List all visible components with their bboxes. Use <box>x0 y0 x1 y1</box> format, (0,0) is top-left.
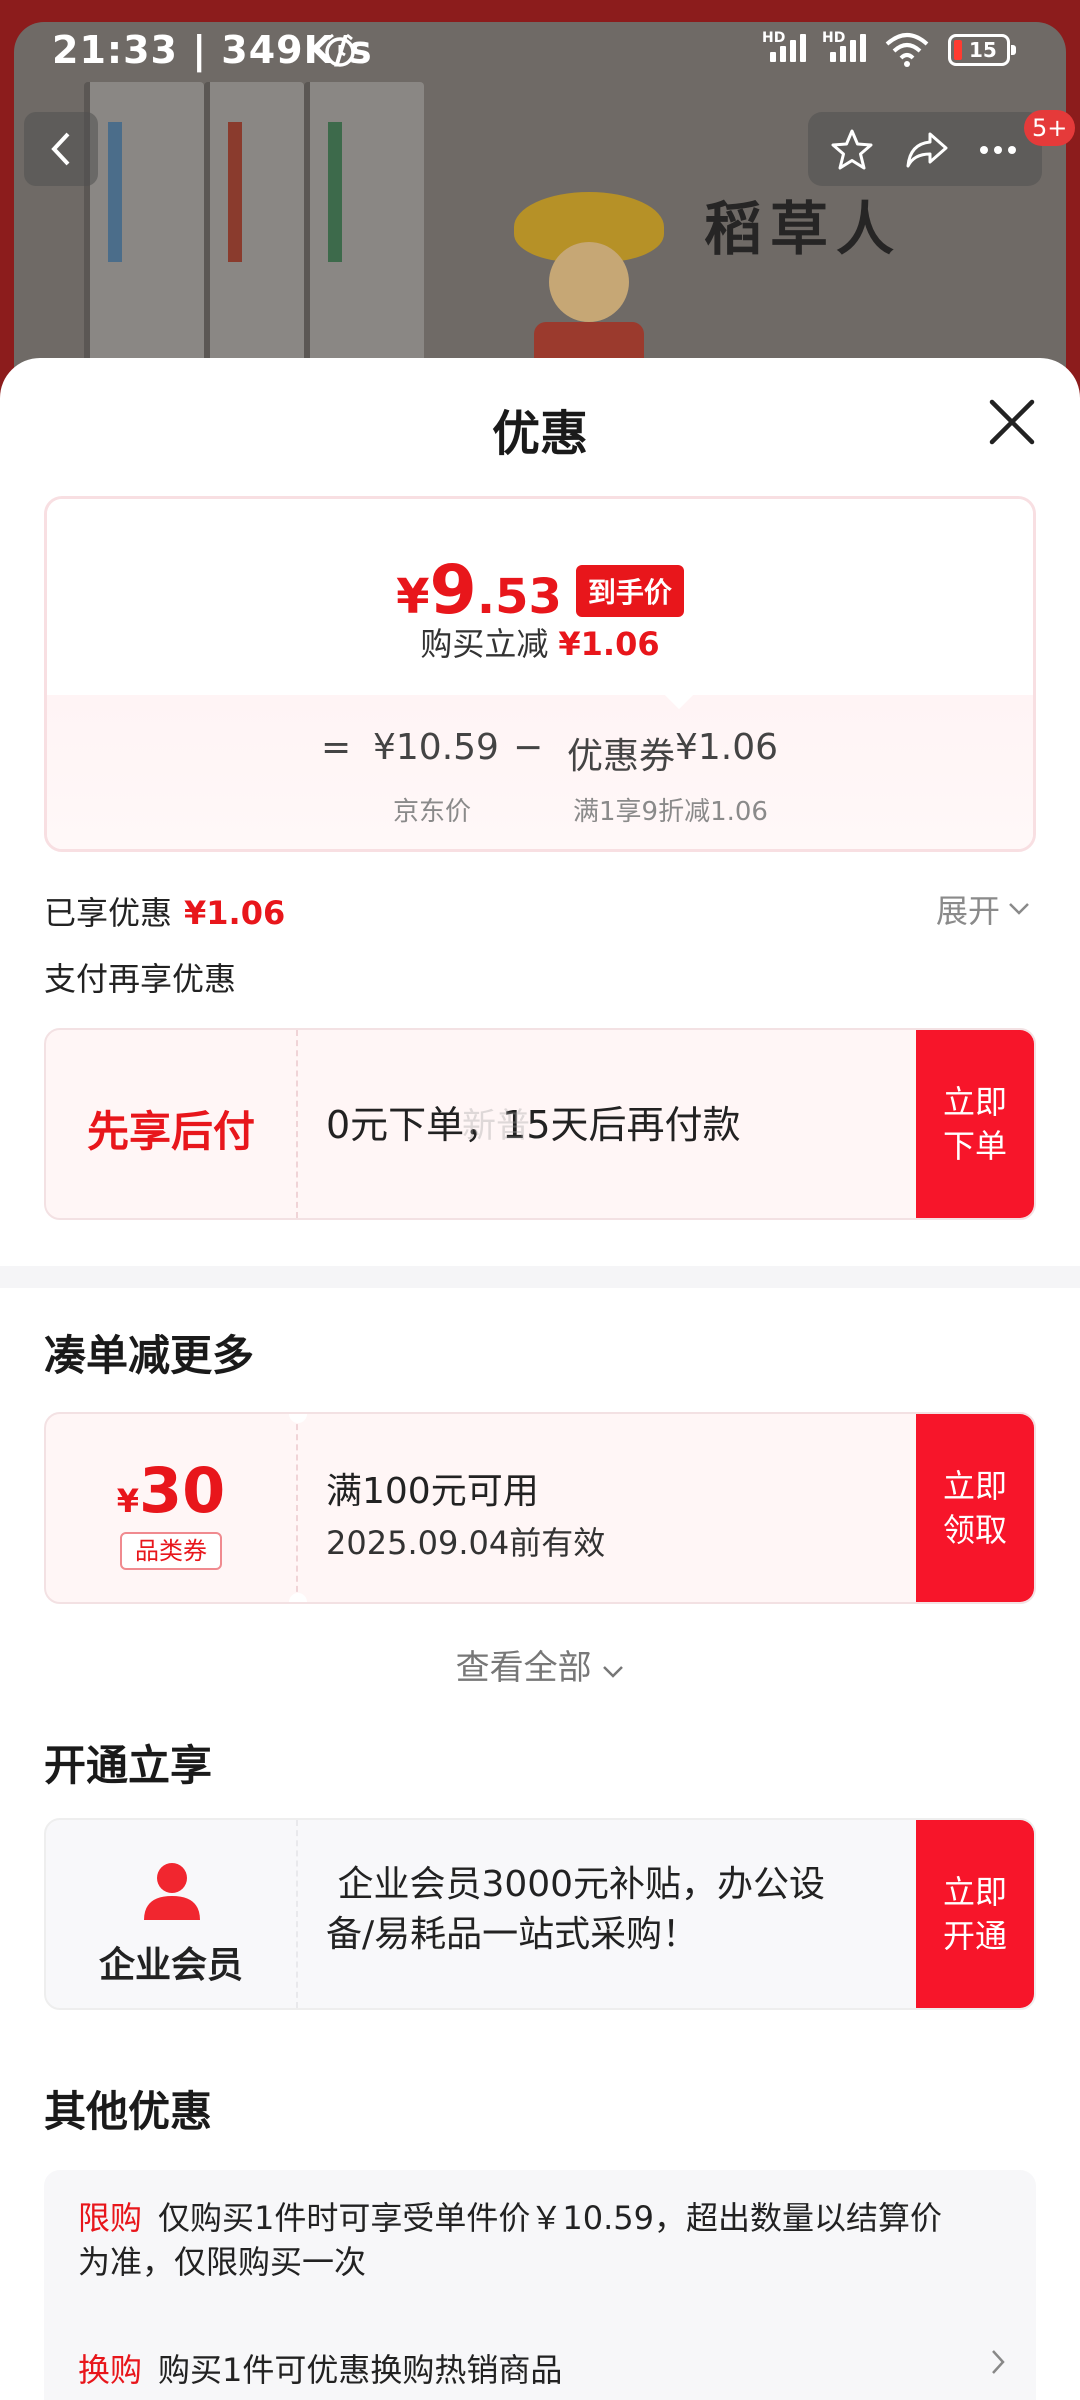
book-title: 稻草人 <box>704 195 903 263</box>
pay-later-title: 先享后付 <box>86 1107 255 1156</box>
enjoyed-discount: 已享优惠 ¥1.06 <box>44 894 286 932</box>
discount-sheet: 优惠 ¥ 9 .53 到手价 购买立减 ¥1.06 = ¥10.59 − 优惠券 … <box>0 358 1080 2400</box>
price-breakdown-card: ¥ 9 .53 到手价 购买立减 ¥1.06 = ¥10.59 − 优惠券 ¥1.… <box>44 496 1036 852</box>
coupon-type-badge: 品类券 <box>120 1532 222 1570</box>
person-icon <box>144 1863 200 1920</box>
pay-again-label: 支付再享优惠 <box>44 960 237 998</box>
jd-price: ¥10.59 <box>373 727 499 768</box>
final-price-tag: 到手价 <box>575 564 684 617</box>
coupon-expiry: 2025.09.04前有效 <box>326 1524 606 1562</box>
sheet-title: 优惠 <box>491 406 588 462</box>
wifi-icon <box>885 33 929 67</box>
coupon-amount: ¥30 <box>116 1454 226 1527</box>
pay-later-card: 先享后付 0元下单，15天后再付款 立即 下单 <box>44 1028 1036 1220</box>
expand-button[interactable]: 展开 <box>936 886 1030 932</box>
order-now-button[interactable]: 立即 下单 <box>916 1030 1034 1218</box>
coupon-label: 优惠券 <box>567 736 676 777</box>
top-actions <box>808 112 1042 186</box>
pay-later-text: 0元下单，15天后再付款 <box>326 1103 741 1147</box>
alarm-icon <box>325 33 355 67</box>
section-divider <box>0 1266 1080 1288</box>
watermark-text: 新普 <box>462 1106 530 1146</box>
member-card: 企业会员 企业会员3000元补贴，办公设 备/易耗品一站式采购！ 立即 开通 <box>44 1818 1036 2010</box>
jd-price-label: 京东价 <box>393 797 472 827</box>
exchange-purchase-item[interactable]: 换购 购买1件可优惠换购热销商品 <box>78 2348 992 2392</box>
coupon-desc: 满1享9折减1.06 <box>573 797 768 827</box>
close-icon[interactable] <box>984 394 1040 450</box>
signal-icon-2 <box>830 34 866 62</box>
view-all-button[interactable]: 查看全部 <box>0 1640 1080 1689</box>
more-icon[interactable] <box>974 126 1022 174</box>
coupon-condition: 满100元可用 <box>326 1471 539 1512</box>
cart-badge: 5+ <box>1024 110 1076 146</box>
section-title-other: 其他优惠 <box>44 2087 213 2136</box>
chevron-left-icon <box>51 132 70 166</box>
battery-level: 15 <box>969 38 997 62</box>
star-icon[interactable] <box>828 126 876 174</box>
share-icon[interactable] <box>902 126 950 174</box>
chevron-right-icon <box>992 2350 1005 2374</box>
chevron-down-icon <box>1009 903 1029 915</box>
battery-icon: 15 <box>948 34 1016 66</box>
activate-member-button[interactable]: 立即 开通 <box>916 1820 1034 2008</box>
coupon-card: ¥30 品类券 满100元可用 2025.09.04前有效 立即 领取 <box>44 1412 1036 1604</box>
section-title-open: 开通立享 <box>44 1741 213 1790</box>
other-discounts-box: 限购 仅购买1件时可享受单件价￥10.59，超出数量以结算价 为准，仅限购买一次 … <box>44 2170 1036 2400</box>
signal-icon-1 <box>770 34 806 62</box>
back-button[interactable] <box>24 112 98 186</box>
instant-discount: 购买立减 ¥1.06 <box>420 625 660 663</box>
section-title-more: 凑单减更多 <box>44 1331 255 1380</box>
chevron-down-icon <box>603 1666 624 1678</box>
member-label: 企业会员 <box>98 1945 243 1986</box>
status-bar: 21:33 | 349K/s HD HD 15 <box>0 0 1080 100</box>
limit-purchase-item: 限购 仅购买1件时可享受单件价￥10.59，超出数量以结算价 为准，仅限购买一次 <box>78 2199 942 2281</box>
claim-coupon-button[interactable]: 立即 领取 <box>916 1414 1034 1602</box>
coupon-value: ¥1.06 <box>675 727 779 768</box>
member-description: 企业会员3000元补贴，办公设 备/易耗品一站式采购！ <box>326 1864 826 1955</box>
